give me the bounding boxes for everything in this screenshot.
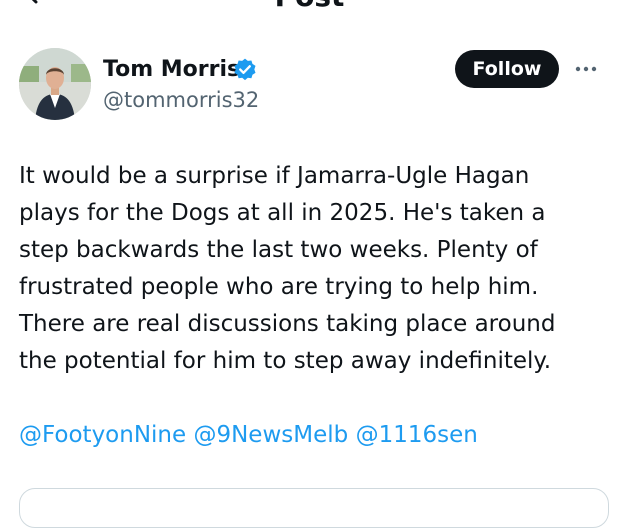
tweet-line: the potential for him to step away indef… <box>19 348 552 374</box>
more-options-icon[interactable] <box>574 60 598 78</box>
author-name[interactable]: Tom Morris <box>103 56 240 84</box>
profile-photo <box>19 48 91 120</box>
tweet-line: It would be a surprise if Jamarra-Ugle H… <box>19 163 530 189</box>
mention-link[interactable]: @9NewsMelb <box>193 422 348 448</box>
tweet-line: step backwards the last two weeks. Plent… <box>19 237 538 263</box>
tweet-line: frustrated people who are trying to help… <box>19 274 539 300</box>
mention-link[interactable]: @1116sen <box>356 422 478 448</box>
mention-link[interactable]: @FootyonNine <box>19 422 186 448</box>
page-title: Post <box>0 0 619 14</box>
tweet-line: plays for the Dogs at all in 2025. He's … <box>19 200 546 226</box>
verified-badge-icon <box>234 58 256 81</box>
avatar[interactable] <box>19 48 91 120</box>
follow-button[interactable]: Follow <box>455 50 559 88</box>
mentions-line: @FootyonNine @9NewsMelb @1116sen <box>19 417 478 454</box>
author-handle[interactable]: @tommorris32 <box>103 86 259 114</box>
tweet-line: There are real discussions taking place … <box>19 311 556 337</box>
top-bar: Post <box>0 0 619 14</box>
link-card[interactable] <box>19 488 609 528</box>
tweet-text: It would be a surprise if Jamarra-Ugle H… <box>19 158 609 380</box>
